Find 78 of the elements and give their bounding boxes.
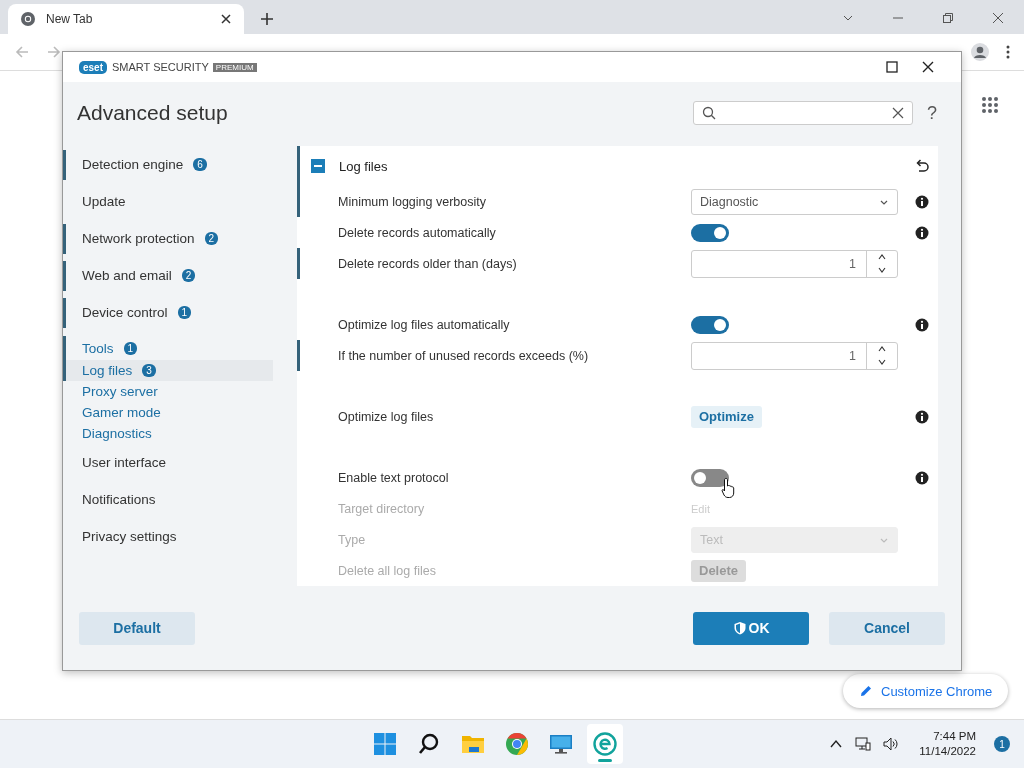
dropdown[interactable]: Diagnostic (691, 188, 898, 215)
chrome-icon (504, 732, 529, 756)
count-badge: 6 (193, 158, 207, 172)
count-badge: 3 (142, 364, 156, 378)
count-badge: 1 (177, 306, 192, 320)
close-icon[interactable] (921, 60, 935, 75)
toggle-switch[interactable] (691, 468, 729, 487)
sidebar-item[interactable]: User interface (63, 444, 273, 482)
collapse-icon[interactable] (311, 159, 325, 174)
number-field[interactable]: 1 (691, 249, 898, 278)
search-icon (702, 106, 716, 121)
sidebar-item[interactable]: Notifications (63, 481, 273, 519)
setting-label: Delete records older than (days) (338, 256, 518, 271)
count-badge: 2 (204, 232, 219, 246)
dialog-title: Advanced setup (77, 101, 228, 126)
clock-time: 7:44 PM (933, 729, 976, 744)
edition-badge: PREMIUM (212, 62, 257, 72)
product-name: SMART SECURITY (112, 61, 209, 74)
action-button[interactable]: Optimize (691, 405, 762, 428)
footer-button[interactable]: Default (79, 611, 195, 645)
undo-icon[interactable] (914, 158, 930, 175)
info-icon[interactable] (915, 194, 929, 209)
maximize-icon[interactable] (885, 60, 899, 75)
info-icon[interactable] (915, 409, 929, 424)
number-field[interactable]: 1 (691, 341, 898, 370)
setting-label: Target directory (338, 501, 426, 516)
sidebar-item[interactable]: Detection engine 6 (63, 149, 273, 180)
section-title: Log files (339, 158, 388, 174)
info-icon[interactable] (915, 225, 929, 240)
search-field[interactable] (693, 101, 913, 126)
footer-button[interactable]: Cancel (829, 611, 945, 645)
customize-chrome-button[interactable]: Customize Chrome (843, 674, 1009, 708)
close-icon[interactable] (220, 13, 232, 25)
setting-label: Delete all log files (338, 563, 437, 578)
info-icon[interactable] (915, 470, 929, 485)
setting-label: Optimize log files (338, 409, 435, 424)
speaker-icon[interactable] (883, 736, 900, 752)
sidebar-item[interactable]: Network protection 2 (63, 223, 273, 254)
setting-label: Delete records automatically (338, 225, 497, 240)
sidebar-subitem[interactable]: Log files 3 (63, 360, 273, 382)
notification-badge[interactable]: 1 (994, 736, 1010, 752)
sidebar-item[interactable]: Device control 1 (63, 297, 273, 328)
toggle-switch[interactable] (691, 315, 729, 334)
setting-label: Minimum logging verbosity (338, 194, 487, 209)
sidebar-item[interactable]: Privacy settings (63, 518, 273, 556)
tab-title: New Tab (46, 12, 94, 26)
pencil-icon (859, 684, 873, 698)
restore-icon[interactable] (942, 12, 954, 24)
setting-label: If the number of unused records exceeds (%) (338, 348, 590, 363)
apps-grid-icon[interactable] (981, 96, 999, 114)
count-badge: 2 (181, 269, 196, 283)
menu-icon[interactable] (1006, 44, 1010, 60)
setting-label: Optimize log files automatically (338, 317, 511, 332)
monitor-icon (548, 732, 573, 756)
info-icon[interactable] (915, 317, 929, 332)
sidebar-item[interactable]: Update (63, 183, 273, 221)
sidebar-subitem[interactable]: Diagnostics (63, 423, 273, 445)
sidebar-item[interactable]: Web and email 2 (63, 260, 273, 291)
profile-icon[interactable] (970, 42, 990, 62)
network-icon[interactable] (855, 736, 872, 752)
shield-icon (732, 621, 747, 636)
chrome-icon (20, 11, 36, 27)
clock-date: 11/14/2022 (919, 744, 976, 759)
clear-icon[interactable] (892, 107, 904, 120)
sidebar-subitem[interactable]: Proxy server (63, 381, 273, 403)
start-icon (372, 732, 397, 756)
help-button[interactable]: ? (927, 102, 937, 124)
browser-tab[interactable]: New Tab (8, 4, 244, 34)
new-tab-icon[interactable] (260, 12, 274, 26)
search-icon (416, 732, 441, 756)
toggle-switch[interactable] (691, 223, 729, 242)
hand-cursor-icon (721, 476, 737, 499)
sidebar-subitem[interactable]: Gamer mode (63, 402, 273, 424)
setting-label: Type (338, 532, 367, 547)
ok-button[interactable]: OK (693, 611, 809, 645)
count-badge: 1 (123, 341, 138, 355)
setting-label: Enable text protocol (338, 470, 450, 485)
logo: eset (79, 60, 107, 74)
